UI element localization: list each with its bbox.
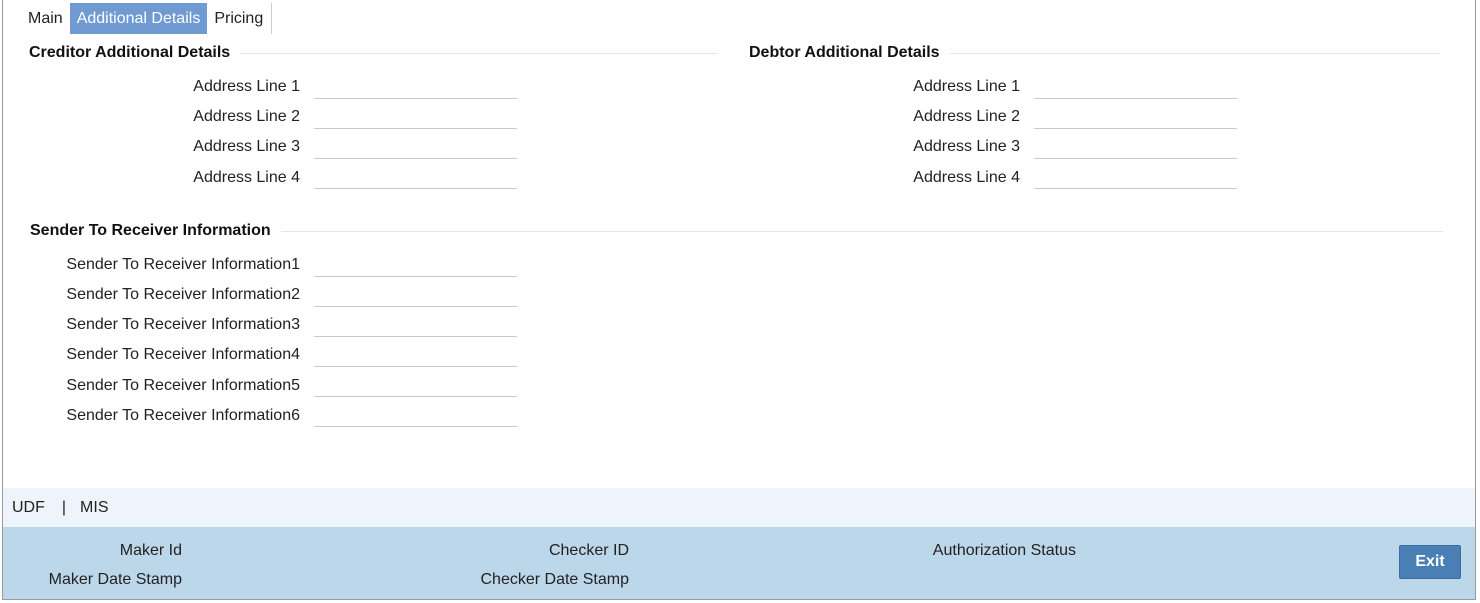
debtor-address-line-3-input[interactable] — [1034, 135, 1237, 159]
sender-receiver-info-1-row: Sender To Receiver Information1 — [3, 254, 300, 284]
maker-id-label: Maker Id — [119, 542, 182, 559]
exit-button[interactable]: Exit — [1399, 545, 1461, 579]
sender-receiver-info-6-label: Sender To Receiver Information6 — [66, 407, 300, 424]
mis-link[interactable]: MIS — [80, 499, 108, 517]
sender-receiver-info-5-row: Sender To Receiver Information5 — [3, 375, 300, 405]
maker-date-stamp-label: Maker Date Stamp — [48, 571, 182, 588]
form-window: Main Additional Details Pricing Creditor… — [2, 0, 1476, 600]
tab-bar: Main Additional Details Pricing — [21, 3, 273, 34]
tab-divider — [271, 3, 273, 34]
sender-receiver-info-3-label: Sender To Receiver Information3 — [66, 316, 300, 333]
sender-receiver-info-3-row: Sender To Receiver Information3 — [3, 314, 300, 344]
creditor-section-title: Creditor Additional Details — [29, 44, 231, 61]
sender-receiver-info-4-input[interactable] — [314, 343, 517, 367]
sender-receiver-info-5-input[interactable] — [314, 373, 517, 397]
debtor-address-line-4-input[interactable] — [1034, 165, 1237, 189]
debtor-section-divider — [949, 52, 1440, 54]
debtor-address-line-3-label: Address Line 3 — [913, 138, 1020, 155]
sender-receiver-section-title: Sender To Receiver Information — [30, 222, 271, 239]
sender-receiver-info-2-row: Sender To Receiver Information2 — [3, 284, 300, 314]
debtor-address-line-4-label: Address Line 4 — [913, 169, 1020, 186]
checker-id-label: Checker ID — [548, 542, 629, 559]
checker-date-stamp-label: Checker Date Stamp — [480, 571, 629, 588]
debtor-address-line-4-row: Address Line 4 — [3, 167, 1020, 197]
tab-main[interactable]: Main — [21, 3, 70, 34]
debtor-address-line-1-row: Address Line 1 — [3, 76, 1020, 106]
sender-receiver-section-divider — [280, 230, 1443, 232]
sender-receiver-info-6-input[interactable] — [314, 403, 517, 427]
audit-footer: Maker Id Maker Date Stamp Checker ID Che… — [3, 527, 1475, 599]
debtor-section: Debtor Additional Details — [749, 44, 1440, 62]
sender-receiver-info-4-row: Sender To Receiver Information4 — [3, 344, 300, 374]
debtor-address-line-1-label: Address Line 1 — [913, 78, 1020, 95]
tab-additional-details[interactable]: Additional Details — [69, 3, 208, 34]
creditor-section-divider — [240, 52, 719, 54]
link-separator: | — [61, 498, 67, 516]
sender-receiver-info-2-label: Sender To Receiver Information2 — [66, 286, 300, 303]
debtor-address-line-3-row: Address Line 3 — [3, 136, 1020, 166]
sender-receiver-info-1-input[interactable] — [314, 253, 517, 277]
subsystem-link-strip: UDF | MIS — [3, 488, 1475, 527]
sender-receiver-section: Sender To Receiver Information — [30, 222, 1443, 240]
sender-receiver-info-4-label: Sender To Receiver Information4 — [66, 346, 300, 363]
sender-receiver-info-2-input[interactable] — [314, 283, 517, 307]
debtor-address-line-2-input[interactable] — [1034, 105, 1237, 129]
tab-pricing[interactable]: Pricing — [207, 3, 270, 34]
debtor-section-title: Debtor Additional Details — [749, 44, 940, 61]
sender-receiver-info-5-label: Sender To Receiver Information5 — [66, 377, 300, 394]
sender-receiver-info-6-row: Sender To Receiver Information6 — [3, 405, 300, 435]
creditor-section: Creditor Additional Details — [29, 44, 719, 62]
sender-receiver-info-1-label: Sender To Receiver Information1 — [66, 256, 300, 273]
sender-receiver-info-3-input[interactable] — [314, 313, 517, 337]
debtor-address-line-1-input[interactable] — [1034, 75, 1237, 99]
authorization-status-label: Authorization Status — [932, 542, 1076, 559]
udf-link[interactable]: UDF — [12, 499, 45, 517]
debtor-address-line-2-row: Address Line 2 — [3, 106, 1020, 136]
debtor-address-line-2-label: Address Line 2 — [913, 108, 1020, 125]
